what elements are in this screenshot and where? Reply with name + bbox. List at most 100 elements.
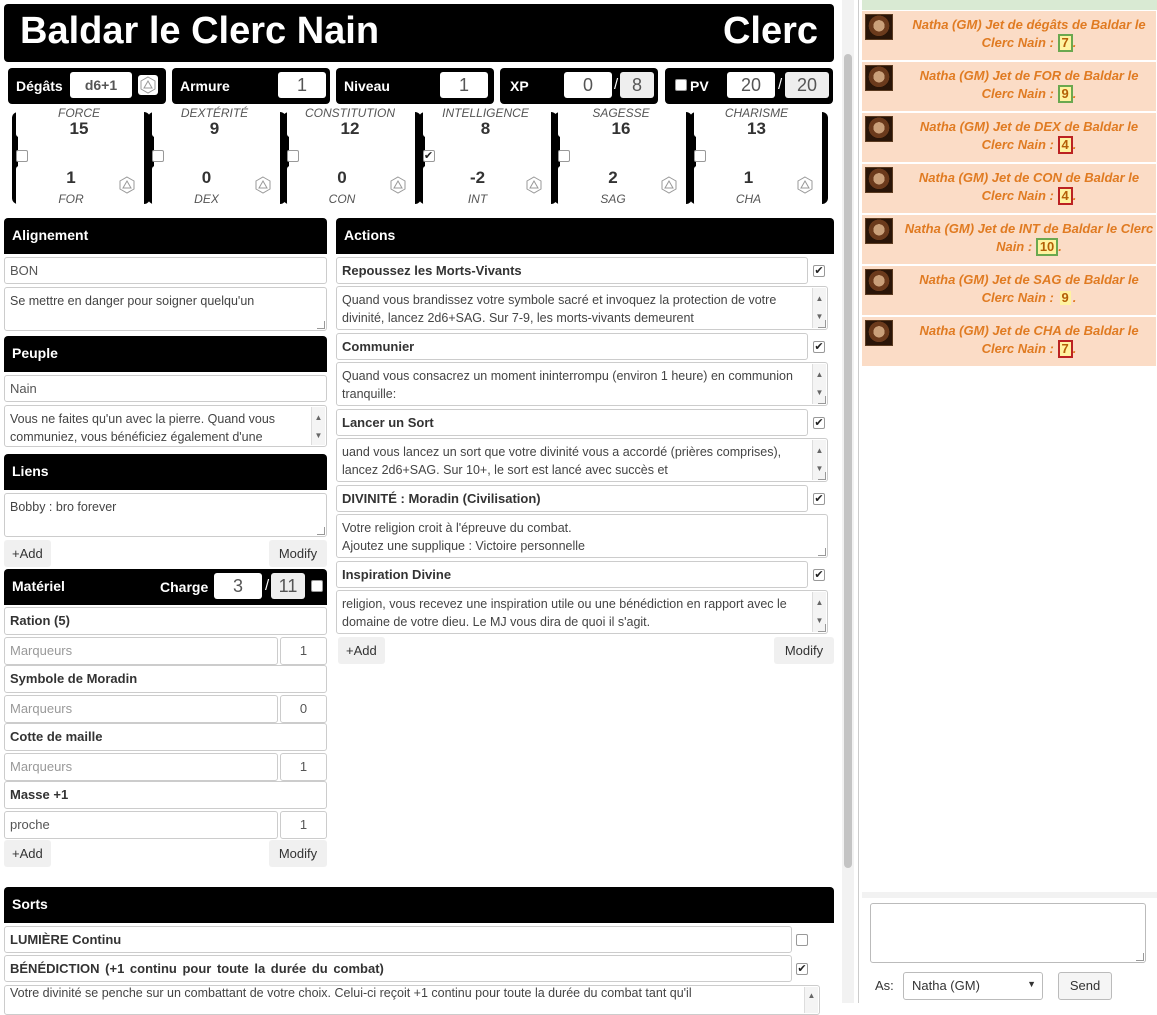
- gear-item-name[interactable]: Cotte de maille: [4, 723, 327, 751]
- spell-description[interactable]: Votre divinité se penche sur un combatta…: [4, 985, 820, 1015]
- as-select[interactable]: Natha (GM) ▼: [903, 972, 1043, 1000]
- resize-grip[interactable]: [1136, 953, 1144, 961]
- spell-row[interactable]: LUMIÈRE Continu: [4, 926, 792, 953]
- action-checkbox[interactable]: ✔: [813, 493, 825, 505]
- dice-icon[interactable]: [116, 174, 138, 196]
- scroll-spinner[interactable]: ▲ ▼: [311, 407, 325, 445]
- resize-grip[interactable]: [818, 548, 826, 556]
- debility-checkbox[interactable]: [693, 150, 706, 162]
- stat-score[interactable]: 16: [558, 120, 684, 138]
- stat-score[interactable]: 9: [152, 120, 278, 138]
- action-checkbox[interactable]: ✔: [813, 265, 825, 277]
- action-checkbox[interactable]: ✔: [813, 569, 825, 581]
- gear-item-quantity[interactable]: 0: [280, 695, 327, 723]
- stat-score[interactable]: 15: [16, 120, 142, 138]
- action-description[interactable]: religion, vous recevez une inspiration u…: [336, 590, 828, 634]
- stat-score-box[interactable]: FORCE 15: [16, 107, 142, 138]
- action-description-text: Quand vous consacrez un moment ininterro…: [342, 369, 793, 401]
- spell-checkbox[interactable]: ✔: [796, 963, 808, 975]
- action-description[interactable]: Quand vous consacrez un moment ininterro…: [336, 362, 828, 406]
- people-input[interactable]: Nain: [4, 375, 327, 402]
- main-scrollbar[interactable]: [842, 0, 854, 1003]
- bonds-add-button[interactable]: +Add: [4, 540, 51, 567]
- chat-textarea[interactable]: [870, 903, 1146, 963]
- spell-row[interactable]: BÉNÉDICTION (+1 continu pour toute la du…: [4, 955, 792, 982]
- stat-score-box[interactable]: INTELLIGENCE 8: [422, 107, 549, 138]
- charge-checkbox[interactable]: [311, 580, 323, 592]
- xp-input[interactable]: 0: [564, 72, 612, 98]
- bonds-modify-button[interactable]: Modify: [269, 540, 327, 567]
- stat-score-box[interactable]: DEXTÉRITÉ 9: [151, 107, 278, 138]
- action-checkbox[interactable]: ✔: [813, 341, 825, 353]
- alignment-header: Alignement: [4, 218, 327, 254]
- action-name[interactable]: Inspiration Divine: [336, 561, 808, 588]
- resize-grip[interactable]: [818, 396, 826, 404]
- gear-item-name[interactable]: Masse +1: [4, 781, 327, 809]
- hp-input[interactable]: 20: [727, 72, 775, 98]
- bonds-text[interactable]: Bobby : bro forever: [4, 493, 327, 537]
- character-name[interactable]: Baldar le Clerc Nain: [20, 10, 379, 53]
- damage-input[interactable]: d6+1: [70, 72, 132, 98]
- action-description[interactable]: uand vous lancez un sort que votre divin…: [336, 438, 828, 482]
- level-input[interactable]: 1: [440, 72, 488, 98]
- dice-icon[interactable]: [387, 174, 409, 196]
- gear-add-button[interactable]: +Add: [4, 840, 51, 867]
- hp-checkbox[interactable]: [675, 79, 687, 91]
- debility-checkbox[interactable]: [287, 150, 299, 162]
- charge-input[interactable]: 3: [214, 573, 262, 599]
- charge-max: 11: [271, 573, 305, 599]
- action-name[interactable]: DIVINITÉ : Moradin (Civilisation): [336, 485, 808, 512]
- resize-grip[interactable]: [818, 472, 826, 480]
- action-checkbox[interactable]: ✔: [813, 417, 825, 429]
- debility-checkbox[interactable]: [16, 150, 28, 162]
- action-name[interactable]: Communier: [336, 333, 808, 360]
- stat-abbr: CON: [328, 192, 356, 206]
- resize-grip[interactable]: [818, 624, 826, 632]
- scroll-spinner[interactable]: ▲: [804, 987, 818, 1013]
- dice-icon[interactable]: [523, 174, 545, 196]
- dice-icon[interactable]: [137, 74, 159, 96]
- gear-item-quantity[interactable]: 1: [280, 637, 327, 665]
- gear-item-tags[interactable]: proche: [4, 811, 278, 839]
- stat-score[interactable]: 12: [287, 120, 413, 138]
- action-name[interactable]: Repoussez les Morts-Vivants: [336, 257, 808, 284]
- spell-checkbox[interactable]: [796, 934, 808, 946]
- debility-label: SECOUÉ -1: [166, 150, 218, 161]
- actions-modify-button[interactable]: Modify: [774, 637, 834, 664]
- action-name[interactable]: Lancer un Sort: [336, 409, 808, 436]
- main-scrollbar-thumb[interactable]: [844, 54, 852, 868]
- armor-input[interactable]: 1: [278, 72, 326, 98]
- stat-score[interactable]: 8: [423, 120, 549, 138]
- resize-grip[interactable]: [818, 320, 826, 328]
- stat-modifier-box: 0 CON: [287, 166, 413, 206]
- dice-icon[interactable]: [794, 174, 816, 196]
- debility-checkbox[interactable]: ✔: [422, 150, 435, 162]
- stat-score-box[interactable]: CHARISME 13: [693, 107, 820, 138]
- gear-modify-button[interactable]: Modify: [269, 840, 327, 867]
- alignment-description[interactable]: Se mettre en danger pour soigner quelqu'…: [4, 287, 327, 331]
- alignment-input[interactable]: BON: [4, 257, 327, 284]
- gear-item-name[interactable]: Ration (5): [4, 607, 327, 635]
- debility-checkbox[interactable]: [151, 150, 164, 162]
- debility-checkbox[interactable]: [558, 150, 570, 162]
- gear-item-name[interactable]: Symbole de Moradin: [4, 665, 327, 693]
- stat-score-box[interactable]: SAGESSE 16: [558, 107, 684, 138]
- action-description[interactable]: Votre religion croit à l'épreuve du comb…: [336, 514, 828, 558]
- stat-abbr: INT: [467, 192, 488, 206]
- stat-score[interactable]: 13: [694, 120, 820, 138]
- dice-icon[interactable]: [252, 174, 274, 196]
- resize-grip[interactable]: [317, 321, 325, 329]
- gear-item-tags[interactable]: Marqueurs: [4, 637, 278, 665]
- resize-grip[interactable]: [317, 527, 325, 535]
- gear-item-tags[interactable]: Marqueurs: [4, 753, 278, 781]
- stat-score-box[interactable]: CONSTITUTION 12: [287, 107, 413, 138]
- gear-item-quantity[interactable]: 1: [280, 811, 327, 839]
- action-description[interactable]: Quand vous brandissez votre symbole sacr…: [336, 286, 828, 330]
- send-button[interactable]: Send: [1058, 972, 1112, 1000]
- actions-add-button[interactable]: +Add: [338, 637, 385, 664]
- level-box: Niveau 1: [336, 68, 494, 104]
- people-description[interactable]: Vous ne faites qu'un avec la pierre. Qua…: [4, 405, 327, 447]
- gear-item-tags[interactable]: Marqueurs: [4, 695, 278, 723]
- gear-item-quantity[interactable]: 1: [280, 753, 327, 781]
- dice-icon[interactable]: [658, 174, 680, 196]
